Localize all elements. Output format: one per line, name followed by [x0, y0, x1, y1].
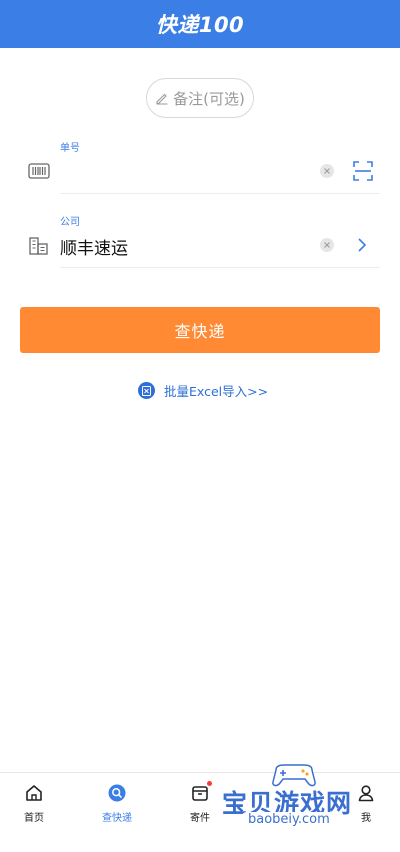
remark-button[interactable]: 备注(可选) — [146, 78, 254, 118]
user-icon — [358, 785, 374, 802]
search-icon — [108, 784, 126, 802]
clear-company-icon[interactable] — [320, 238, 334, 252]
clear-tracking-icon[interactable] — [320, 164, 334, 178]
tab-label-home: 首页 — [24, 813, 44, 824]
chevron-right-icon[interactable] — [356, 236, 368, 254]
query-express-button[interactable]: 查快递 — [20, 307, 380, 353]
building-icon — [29, 237, 48, 255]
remark-label: 备注(可选) — [173, 89, 245, 108]
excel-icon — [138, 382, 155, 399]
notification-dot — [207, 781, 212, 786]
tracking-divider — [60, 193, 380, 194]
tab-label-send: 寄件 — [190, 813, 210, 824]
tracking-number-field[interactable] — [20, 150, 380, 194]
tab-label-me: 我 — [361, 813, 371, 824]
app-logo: 快递100 — [155, 13, 245, 37]
bottom-tab-bar: 首页 查快递 寄件 我 — [0, 772, 400, 852]
parcel-icon — [192, 786, 208, 801]
excel-import-label: 批量Excel导入>> — [164, 384, 269, 399]
scan-icon[interactable] — [352, 160, 374, 182]
tab-query[interactable]: 查快递 — [87, 783, 147, 824]
company-value: 顺丰速运 — [60, 239, 128, 259]
app-header: 快递100 — [0, 0, 400, 48]
home-icon — [26, 785, 42, 801]
pencil-icon — [156, 93, 168, 105]
barcode-icon — [28, 163, 50, 179]
excel-import-link[interactable]: 批量Excel导入>> — [138, 381, 268, 400]
tab-me[interactable]: 我 — [336, 783, 396, 824]
tab-send[interactable]: 寄件 — [170, 781, 230, 824]
company-field[interactable]: 顺丰速运 — [20, 224, 380, 268]
tab-label-query: 查快递 — [102, 813, 132, 824]
tab-home[interactable]: 首页 — [4, 783, 64, 824]
company-divider — [60, 267, 380, 268]
